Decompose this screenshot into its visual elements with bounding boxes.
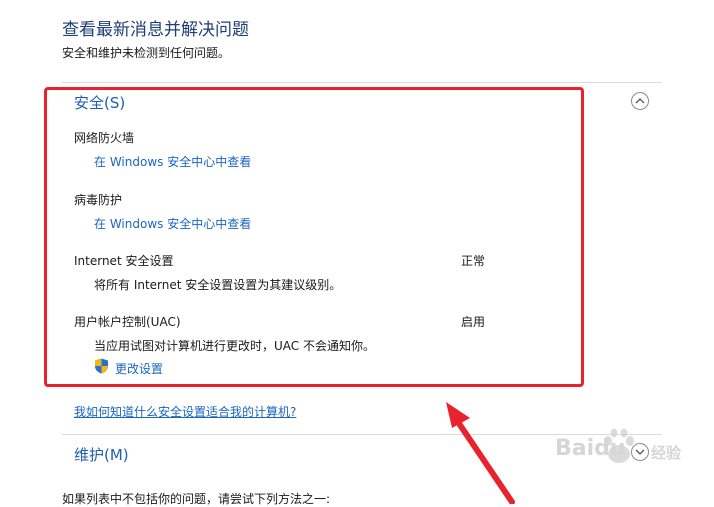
baidu-watermark: Baidu 经验	[555, 420, 705, 480]
page-subtitle: 安全和维护未检测到任何问题。	[62, 46, 231, 60]
maintenance-section-heading[interactable]: 维护(M)	[74, 444, 129, 465]
collapse-security-button[interactable]	[631, 92, 649, 110]
security-help-link[interactable]: 我如何知道什么安全设置适合我的计算机?	[74, 403, 296, 420]
watermark-sub: 经验	[651, 444, 682, 462]
highlight-box	[44, 87, 584, 387]
watermark-brand: Baidu	[555, 436, 626, 461]
page-title: 查看最新消息并解决问题	[62, 20, 249, 40]
annotation-arrow	[446, 402, 515, 504]
footer-text: 如果列表中不包括你的问题，请尝试下列方法之一:	[62, 492, 331, 506]
divider-top	[62, 82, 662, 83]
